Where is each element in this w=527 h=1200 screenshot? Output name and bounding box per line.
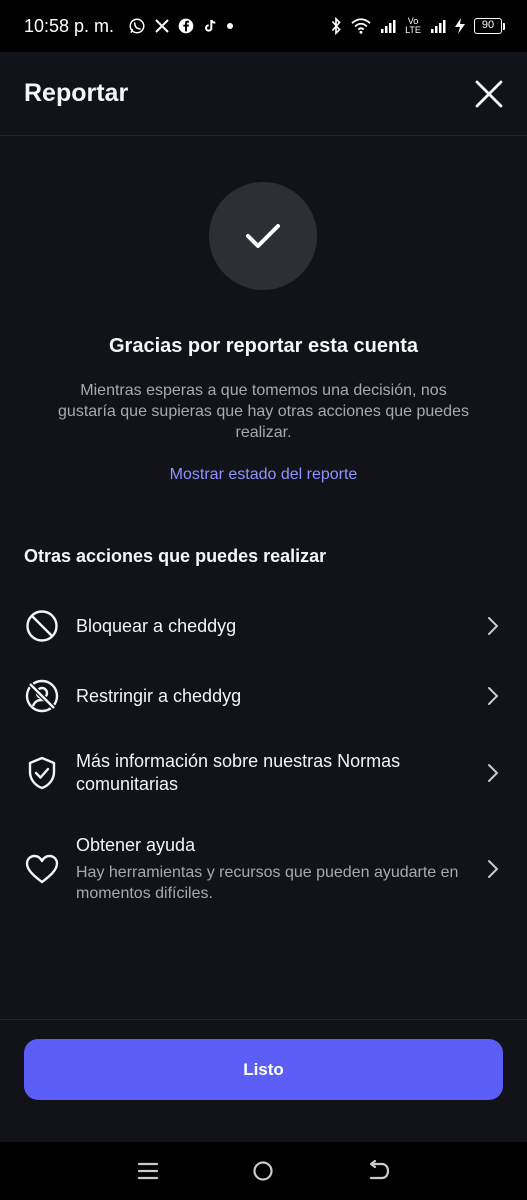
footer-divider	[0, 1019, 527, 1020]
checkmark-icon	[246, 224, 280, 248]
confirmation-description: Mientras esperas a que tomemos una decis…	[58, 382, 469, 441]
page-title: Reportar	[24, 79, 129, 107]
heart-icon	[24, 851, 60, 887]
show-report-status-link[interactable]: Mostrar estado del reporte	[0, 466, 527, 484]
action-restrict-user[interactable]: Restringir a cheddyg	[0, 672, 527, 720]
back-button[interactable]	[357, 1151, 401, 1191]
header: Reportar	[0, 52, 527, 136]
chevron-right-icon	[483, 686, 503, 706]
volte-label: Vo LTE	[405, 16, 421, 35]
action-text: Obtener ayuda Hay herramientas y recurso…	[76, 834, 483, 904]
action-label: Obtener ayuda	[76, 835, 196, 855]
home-button[interactable]	[241, 1151, 285, 1191]
back-arrow-icon	[370, 1160, 390, 1180]
charging-icon	[454, 18, 466, 34]
chevron-right-icon	[483, 616, 503, 636]
close-button[interactable]	[469, 74, 509, 114]
chevron-right-icon	[483, 859, 503, 879]
other-actions-title: Otras acciones que puedes realizar	[24, 546, 327, 566]
action-sublabel: Hay herramientas y recursos que pueden a…	[76, 864, 459, 902]
success-badge	[209, 182, 317, 290]
signal-icon	[380, 18, 396, 34]
menu-icon	[137, 1162, 158, 1180]
action-community-guidelines[interactable]: Más información sobre nuestras Normas co…	[0, 746, 527, 800]
action-label: Bloquear a cheddyg	[76, 615, 237, 636]
done-button[interactable]: Listo	[24, 1039, 503, 1100]
wifi-icon	[350, 17, 372, 35]
report-screen: Reportar Gracias por reportar esta cuent…	[0, 52, 527, 1142]
battery-level: 90	[474, 18, 502, 34]
home-circle-icon	[253, 1161, 274, 1181]
action-label: Restringir a cheddyg	[76, 685, 242, 706]
status-left: 10:58 p. m.	[24, 16, 234, 37]
shield-check-icon	[24, 755, 60, 791]
block-icon	[24, 608, 60, 644]
facebook-icon	[178, 18, 194, 34]
confirmation-title: Gracias por reportar esta cuenta	[108, 335, 418, 357]
battery-icon: 90	[474, 18, 505, 34]
action-text: Restringir a cheddyg	[76, 685, 483, 708]
close-icon	[475, 80, 503, 107]
restrict-icon	[24, 678, 60, 714]
x-twitter-icon	[154, 18, 170, 34]
notification-dot-icon	[226, 22, 234, 30]
tiktok-icon	[202, 18, 218, 34]
chevron-right-icon	[483, 763, 503, 783]
recent-apps-button[interactable]	[126, 1151, 170, 1191]
signal-icon-2	[430, 18, 446, 34]
action-get-help[interactable]: Obtener ayuda Hay herramientas y recurso…	[0, 834, 527, 904]
status-right: Vo LTE 90	[330, 17, 505, 35]
bluetooth-icon	[330, 17, 342, 35]
action-text: Más información sobre nuestras Normas co…	[76, 750, 483, 796]
system-nav-bar	[0, 1142, 527, 1200]
status-bar: 10:58 p. m. Vo LTE 90	[0, 0, 527, 52]
battery-cap	[503, 22, 505, 30]
status-time: 10:58 p. m.	[24, 15, 115, 36]
action-label: Más información sobre nuestras Normas co…	[76, 751, 401, 794]
action-block-user[interactable]: Bloquear a cheddyg	[0, 602, 527, 650]
action-text: Bloquear a cheddyg	[76, 615, 483, 638]
whatsapp-icon	[128, 17, 146, 35]
